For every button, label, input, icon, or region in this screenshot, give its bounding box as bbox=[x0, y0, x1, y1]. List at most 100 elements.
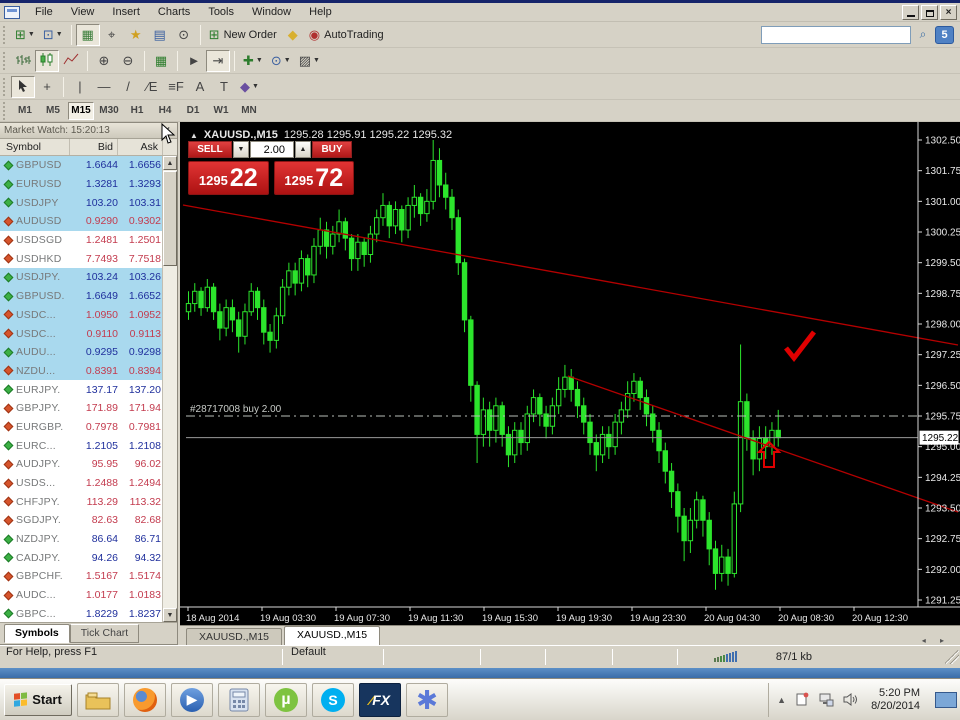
templates-button[interactable]: ▨ ▼ bbox=[295, 50, 324, 72]
volume-input[interactable] bbox=[250, 141, 294, 158]
market-watch-row[interactable]: USDC... 0.9110 0.9113 bbox=[0, 324, 177, 343]
taskbar-flower-app-icon[interactable]: ✱ bbox=[406, 682, 448, 717]
chart-shift-button[interactable]: ⇥ bbox=[206, 49, 230, 72]
column-header-bid[interactable]: Bid bbox=[70, 139, 118, 155]
market-watch-row[interactable]: SGDJPY. 82.63 82.68 bbox=[0, 511, 177, 530]
mql5-community-icon[interactable]: 5 bbox=[935, 25, 954, 44]
new-chart-button[interactable]: ⊞ ▼ bbox=[11, 24, 39, 46]
timeframe-m1[interactable]: M1 bbox=[12, 102, 38, 120]
menu-window[interactable]: Window bbox=[243, 4, 300, 20]
trendline-button[interactable]: / bbox=[116, 76, 140, 98]
volume-icon[interactable] bbox=[841, 691, 858, 708]
chart-canvas[interactable]: #28717008 buy 2.00 1302.50 1301.75 1301.00 1… bbox=[180, 122, 960, 625]
indicators-button[interactable]: ✚ ▼ bbox=[239, 50, 267, 72]
market-watch-row[interactable]: CHFJPY. 113.29 113.32 bbox=[0, 492, 177, 511]
tile-windows-button[interactable]: ▦ bbox=[149, 50, 173, 72]
zoom-out-button[interactable]: ⊖ bbox=[116, 50, 140, 72]
market-watch-titlebar[interactable]: Market Watch: 15:20:13 × bbox=[0, 123, 177, 139]
menu-help[interactable]: Help bbox=[300, 4, 341, 20]
chart-tab-0[interactable]: XAUUSD.,M15 bbox=[186, 628, 283, 645]
market-watch-row[interactable]: USDSGD 1.2481 1.2501 bbox=[0, 231, 177, 250]
chart-tab-1[interactable]: XAUUSD.,M15 bbox=[284, 626, 381, 645]
search-icon[interactable]: ⌕ bbox=[914, 26, 932, 44]
market-watch-row[interactable]: EURUSD 1.3281 1.3293 bbox=[0, 174, 177, 194]
new-order-button[interactable]: ⊞ New Order bbox=[205, 24, 281, 46]
metaeditor-button[interactable]: ◆ bbox=[281, 24, 305, 46]
timeframe-h4[interactable]: H4 bbox=[152, 102, 178, 120]
scroll-down-icon[interactable]: ▼ bbox=[163, 608, 177, 622]
market-watch-row[interactable]: GBPC... 1.8229 1.8237 bbox=[0, 605, 177, 623]
timeframe-h1[interactable]: H1 bbox=[124, 102, 150, 120]
vertical-line-button[interactable]: | bbox=[68, 76, 92, 98]
minimize-button[interactable] bbox=[902, 4, 919, 20]
market-watch-row[interactable]: EURC... 1.2105 1.2108 bbox=[0, 436, 177, 455]
market-watch-row[interactable]: EURGBP. 0.7978 0.7981 bbox=[0, 418, 177, 437]
tray-expand-icon[interactable]: ▲ bbox=[777, 695, 786, 704]
horizontal-line-button[interactable]: — bbox=[92, 76, 116, 98]
start-button[interactable]: Start bbox=[4, 683, 72, 716]
strategy-tester-button[interactable]: ⊙ bbox=[172, 24, 196, 46]
market-watch-row[interactable]: CADJPY. 94.26 94.32 bbox=[0, 548, 177, 567]
action-center-icon[interactable] bbox=[793, 691, 810, 708]
scroll-up-icon[interactable]: ▲ bbox=[163, 156, 177, 170]
text-label-button[interactable]: T bbox=[212, 76, 236, 98]
timeframe-m15[interactable]: M15 bbox=[68, 101, 94, 120]
market-watch-row[interactable]: NZDU... 0.8391 0.8394 bbox=[0, 361, 177, 381]
market-watch-row[interactable]: GBPUSD 1.6644 1.6656 bbox=[0, 156, 177, 175]
taskbar-skype-icon[interactable]: S bbox=[312, 682, 354, 717]
taskbar-calculator-icon[interactable] bbox=[218, 682, 260, 717]
status-profile[interactable]: Default bbox=[283, 646, 383, 668]
data-window-button[interactable]: ⌖ bbox=[100, 24, 124, 46]
market-watch-row[interactable]: AUDU... 0.9295 0.9298 bbox=[0, 342, 177, 362]
terminal-button[interactable]: ▤ bbox=[148, 24, 172, 46]
timeframe-m5[interactable]: M5 bbox=[40, 102, 66, 120]
timeframe-m30[interactable]: M30 bbox=[96, 102, 122, 120]
restore-button[interactable] bbox=[921, 4, 938, 20]
buy-price-button[interactable]: 1295 72 bbox=[273, 161, 354, 195]
timeframe-d1[interactable]: D1 bbox=[180, 102, 206, 120]
taskbar-firefox-icon[interactable] bbox=[124, 682, 166, 717]
resize-grip[interactable] bbox=[945, 650, 959, 664]
chart-collapse-icon[interactable]: ▲ bbox=[190, 131, 198, 140]
market-watch-tab-symbols[interactable]: Symbols bbox=[4, 624, 70, 643]
navigator-button[interactable]: ★ bbox=[124, 24, 148, 46]
bar-chart-button[interactable] bbox=[11, 50, 35, 72]
menu-insert[interactable]: Insert bbox=[103, 4, 149, 20]
sell-button[interactable]: SELL bbox=[188, 141, 232, 158]
market-watch-row[interactable]: AUDUSD 0.9290 0.9302 bbox=[0, 212, 177, 231]
volume-up-icon[interactable]: ▲ bbox=[295, 141, 311, 158]
taskbar-utorrent-icon[interactable]: µ bbox=[265, 682, 307, 717]
market-watch-row[interactable]: GBPCHF. 1.5167 1.5174 bbox=[0, 567, 177, 586]
market-watch-row[interactable]: GBPJPY. 171.89 171.94 bbox=[0, 399, 177, 418]
market-watch-row[interactable]: AUDJPY. 95.95 96.02 bbox=[0, 455, 177, 474]
fibonacci-button[interactable]: ≡F bbox=[164, 76, 188, 98]
auto-scroll-button[interactable]: ► bbox=[182, 50, 206, 72]
timeframe-mn[interactable]: MN bbox=[236, 102, 262, 120]
taskbar-clock[interactable]: 5:20 PM 8/20/2014 bbox=[865, 687, 920, 713]
market-watch-row[interactable]: EURJPY. 137.17 137.20 bbox=[0, 380, 177, 399]
market-watch-row[interactable]: USDHKD 7.7493 7.7518 bbox=[0, 249, 177, 268]
buy-button[interactable]: BUY bbox=[312, 141, 352, 158]
close-button[interactable]: × bbox=[940, 4, 957, 20]
cursor-button[interactable] bbox=[11, 75, 35, 98]
market-watch-row[interactable]: NZDJPY. 86.64 86.71 bbox=[0, 530, 177, 549]
sell-price-button[interactable]: 1295 22 bbox=[188, 161, 269, 195]
taskbar-file-explorer-icon[interactable] bbox=[77, 682, 119, 717]
market-watch-row[interactable]: USDS... 1.2488 1.2494 bbox=[0, 474, 177, 493]
market-watch-scrollbar[interactable]: ▲ ▼ bbox=[162, 156, 177, 622]
text-button[interactable]: A bbox=[188, 76, 212, 98]
tab-scroll-arrows[interactable]: ◂ ▸ bbox=[922, 636, 960, 645]
market-watch-row[interactable]: USDJPY 103.20 103.31 bbox=[0, 193, 177, 213]
menu-tools[interactable]: Tools bbox=[199, 4, 243, 20]
zoom-in-button[interactable]: ⊕ bbox=[92, 50, 116, 72]
show-desktop-button[interactable] bbox=[935, 691, 957, 708]
menu-file[interactable]: File bbox=[26, 4, 62, 20]
candlestick-button[interactable] bbox=[35, 49, 59, 72]
market-watch-row[interactable]: USDJPY. 103.24 103.26 bbox=[0, 268, 177, 287]
market-watch-row[interactable]: GBPUSD. 1.6649 1.6652 bbox=[0, 286, 177, 306]
market-watch-tab-tick-chart[interactable]: Tick Chart bbox=[69, 624, 140, 643]
menu-charts[interactable]: Charts bbox=[149, 4, 199, 20]
market-watch-row[interactable]: USDC... 1.0950 1.0952 bbox=[0, 305, 177, 325]
arrows-button[interactable]: ◆ ▼ bbox=[236, 76, 263, 98]
market-watch-toggle[interactable]: ▦ bbox=[75, 23, 100, 46]
